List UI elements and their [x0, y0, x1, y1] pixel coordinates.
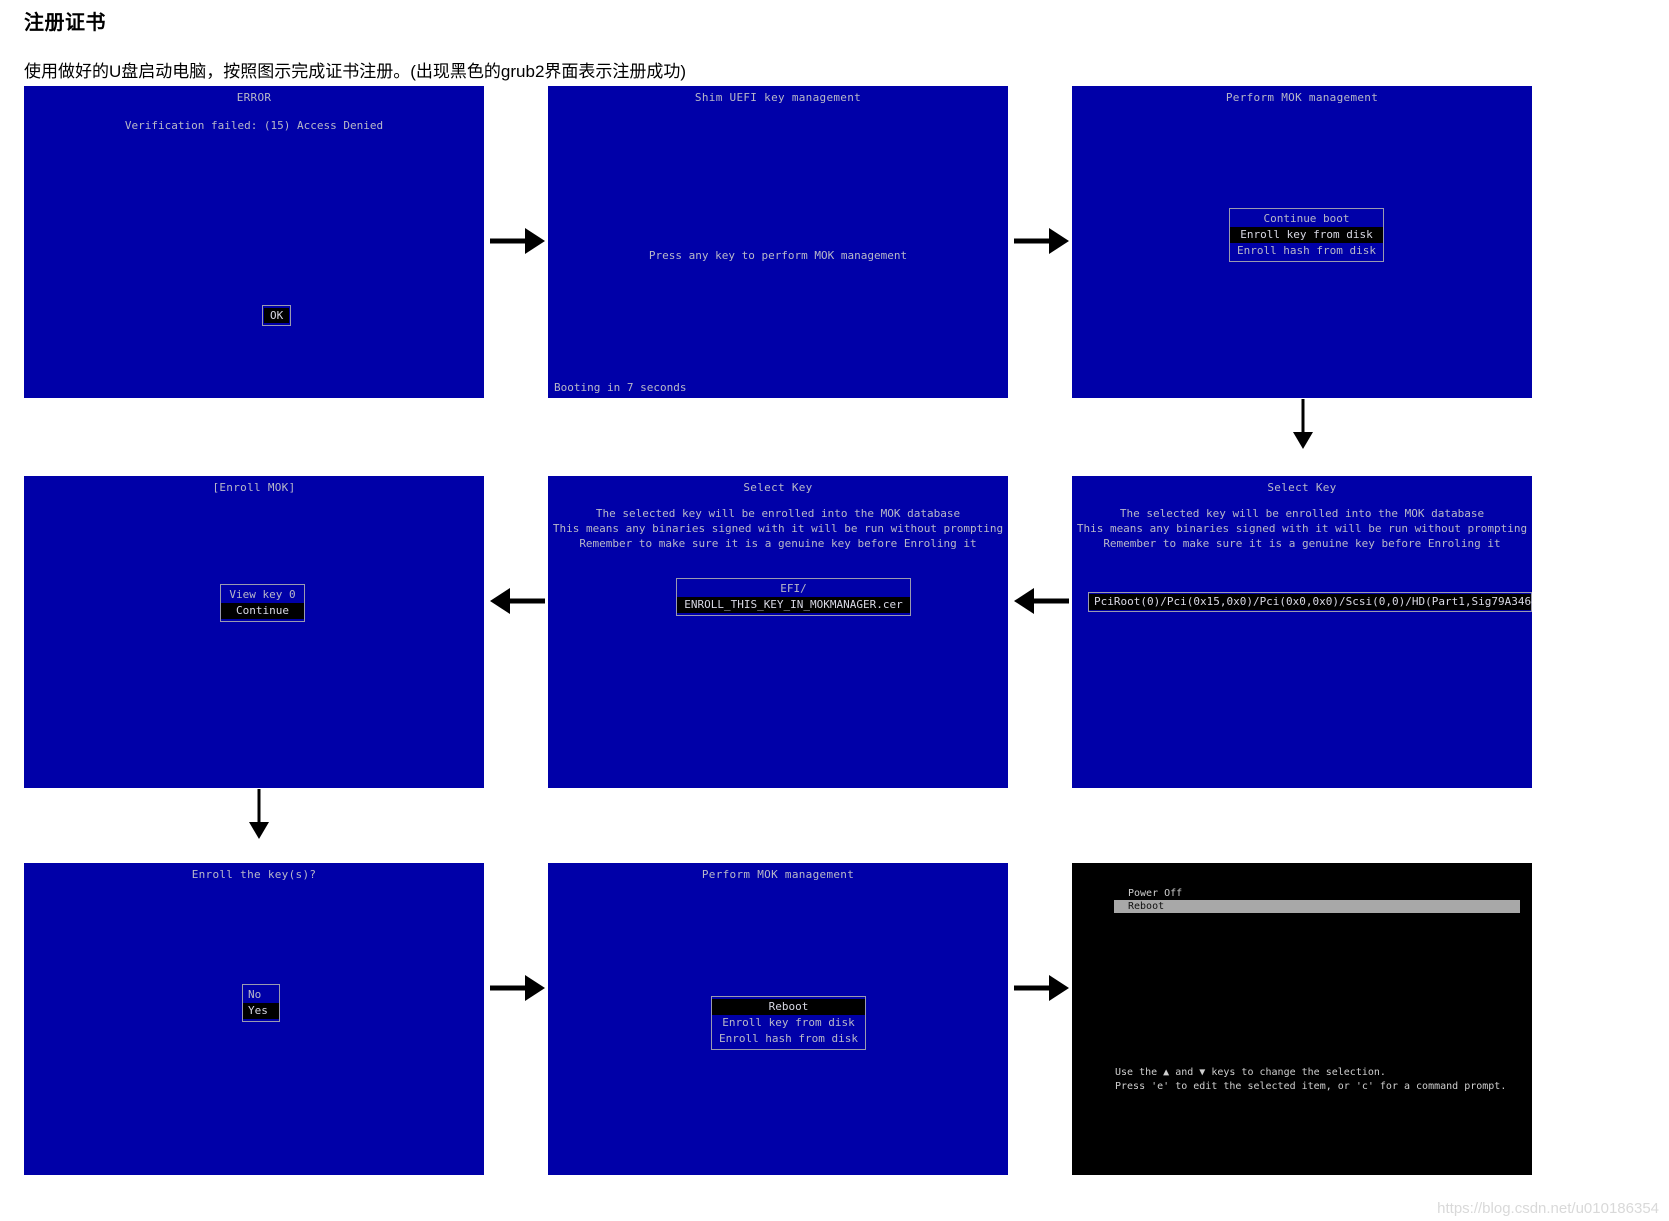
menu-item-no[interactable]: No	[243, 987, 279, 1003]
menu-item-enroll-key-from-disk[interactable]: Enroll key from disk	[1230, 227, 1383, 243]
arrow-error-to-shim	[490, 228, 545, 254]
arrow-enroll-keys-to-mok-reboot	[490, 975, 545, 1001]
screen-mok-title: Perform MOK management	[1225, 91, 1379, 104]
menu-item-efi-dir[interactable]: EFI/	[677, 581, 910, 597]
grub2-help-line-2: Press 'e' to edit the selected item, or …	[1115, 1081, 1507, 1092]
screen-shim-title: Shim UEFI key management	[694, 91, 862, 104]
screen-enroll-mok: [Enroll MOK] View key 0 Continue	[24, 476, 484, 788]
screen-select-key-device-title: Select Key	[1267, 481, 1337, 494]
screen-perform-mok-management-reboot: Perform MOK management Reboot Enroll key…	[548, 863, 1008, 1175]
grub2-boot-menu[interactable]: Power Off Reboot	[1114, 887, 1520, 913]
enroll-the-keys-menu[interactable]: No Yes	[242, 984, 280, 1022]
grub-menu-item-power-off[interactable]: Power Off	[1114, 887, 1520, 900]
screen-error-message: Verification failed: (15) Access Denied	[124, 119, 384, 132]
ok-button[interactable]: OK	[262, 305, 292, 326]
menu-item-reboot[interactable]: Reboot	[712, 999, 865, 1015]
arrow-enroll-mok-to-enroll-keys	[248, 789, 270, 839]
menu-item-enroll-hash-from-disk[interactable]: Enroll hash from disk	[1230, 243, 1383, 259]
menu-item-view-key-0[interactable]: View key 0	[221, 587, 304, 603]
grub2-help-line-1: Use the ▲ and ▼ keys to change the selec…	[1115, 1067, 1386, 1078]
arrow-mok-to-select-key-device	[1292, 399, 1314, 449]
arrow-shim-to-mok	[1014, 228, 1069, 254]
boot-flow-diagram: ERROR Verification failed: (15) Access D…	[0, 0, 1669, 1221]
enroll-mok-menu[interactable]: View key 0 Continue	[220, 584, 305, 622]
screen-select-key-file-line3: Remember to make sure it is a genuine ke…	[579, 537, 977, 550]
menu-item-device-path[interactable]: PciRoot(0)/Pci(0x15,0x0)/Pci(0x0,0x0)/Sc…	[1089, 594, 1532, 610]
screen-shim-prompt: Press any key to perform MOK management	[648, 249, 908, 262]
select-key-file-menu[interactable]: EFI/ ENROLL_THIS_KEY_IN_MOKMANAGER.cer	[676, 578, 911, 616]
screen-select-key-file-line2: This means any binaries signed with it w…	[552, 522, 1004, 535]
screen-grub2-menu: Power Off Reboot Use the ▲ and ▼ keys to…	[1072, 863, 1532, 1175]
screen-enroll-mok-title: [Enroll MOK]	[212, 481, 296, 494]
screen-select-key-device-line3: Remember to make sure it is a genuine ke…	[1103, 537, 1501, 550]
screen-perform-mok-management: Perform MOK management Continue boot Enr…	[1072, 86, 1532, 398]
arrow-mok-reboot-to-grub	[1014, 975, 1069, 1001]
grub-menu-item-reboot[interactable]: Reboot	[1114, 900, 1520, 913]
screen-select-key-device-line1: The selected key will be enrolled into t…	[1119, 507, 1485, 520]
menu-item-continue[interactable]: Continue	[221, 603, 304, 619]
menu-item-yes[interactable]: Yes	[243, 1003, 279, 1019]
select-key-device-menu[interactable]: PciRoot(0)/Pci(0x15,0x0)/Pci(0x0,0x0)/Sc…	[1088, 592, 1532, 612]
screen-mok-reboot-title: Perform MOK management	[701, 868, 855, 881]
screen-select-key-device-line2: This means any binaries signed with it w…	[1076, 522, 1528, 535]
screen-shim-uefi-key-management: Shim UEFI key management Press any key t…	[548, 86, 1008, 398]
arrow-select-key-device-to-file	[1014, 588, 1069, 614]
menu-item-enroll-this-key-cer[interactable]: ENROLL_THIS_KEY_IN_MOKMANAGER.cer	[677, 597, 910, 613]
screen-error-title: ERROR	[236, 91, 272, 104]
watermark: https://blog.csdn.net/u010186354	[1437, 1200, 1659, 1217]
screen-shim-status: Booting in 7 seconds	[554, 381, 687, 394]
screen-select-key-file-line1: The selected key will be enrolled into t…	[595, 507, 961, 520]
screen-select-key-file: Select Key The selected key will be enro…	[548, 476, 1008, 788]
screen-enroll-the-keys-title: Enroll the key(s)?	[191, 868, 317, 881]
ok-button-label: OK	[264, 308, 290, 323]
mok-reboot-menu[interactable]: Reboot Enroll key from disk Enroll hash …	[711, 996, 866, 1050]
screen-select-key-file-title: Select Key	[743, 481, 813, 494]
menu-item-enroll-hash-from-disk-2[interactable]: Enroll hash from disk	[712, 1031, 865, 1047]
screen-select-key-device: Select Key The selected key will be enro…	[1072, 476, 1532, 788]
arrow-select-key-file-to-enroll-mok	[490, 588, 545, 614]
menu-item-enroll-key-from-disk-2[interactable]: Enroll key from disk	[712, 1015, 865, 1031]
screen-enroll-the-keys: Enroll the key(s)? No Yes	[24, 863, 484, 1175]
screen-error: ERROR Verification failed: (15) Access D…	[24, 86, 484, 398]
mok-management-menu[interactable]: Continue boot Enroll key from disk Enrol…	[1229, 208, 1384, 262]
menu-item-continue-boot[interactable]: Continue boot	[1230, 211, 1383, 227]
